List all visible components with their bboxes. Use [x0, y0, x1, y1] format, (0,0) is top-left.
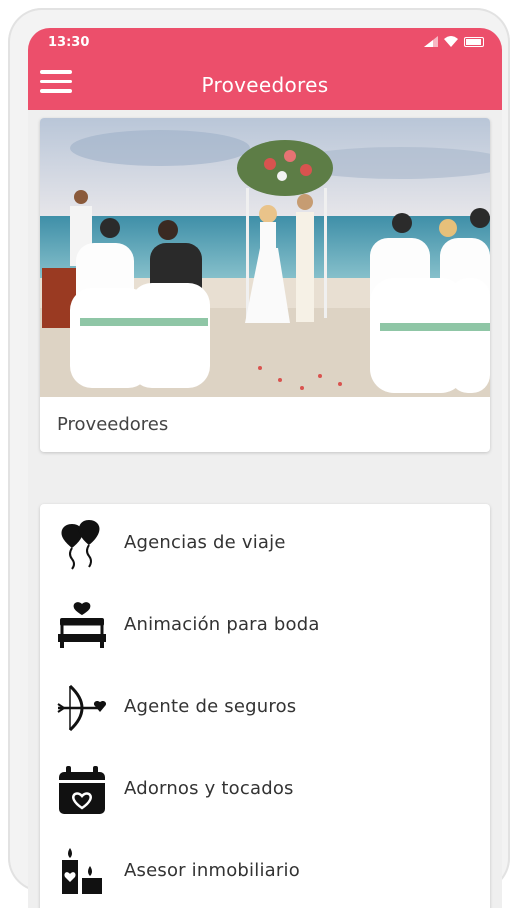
battery-icon	[464, 36, 484, 47]
app-screen: 13:30 Proveedores Proveedores Agencias d…	[28, 28, 502, 908]
cupid-bow-icon	[57, 684, 107, 732]
wifi-icon	[444, 36, 458, 47]
list-item-label: Asesor inmobiliario	[124, 860, 300, 881]
list-item-adornos-y-tocados[interactable]: Adornos y tocados	[40, 750, 490, 832]
list-item-label: Adornos y tocados	[124, 778, 294, 799]
signal-icon	[424, 36, 438, 47]
list-item-agente-de-seguros[interactable]: Agente de seguros	[40, 668, 490, 750]
list-item-label: Agente de seguros	[124, 696, 297, 717]
app-bar: 13:30 Proveedores	[28, 28, 502, 110]
list-item-animacion-para-boda[interactable]: Animación para boda	[40, 586, 490, 668]
category-list: Agencias de viaje Animación para boda Ag…	[40, 504, 490, 908]
list-item-agencias-de-viaje[interactable]: Agencias de viaje	[40, 504, 490, 586]
hero-caption: Proveedores	[57, 414, 169, 435]
page-title: Proveedores	[201, 73, 329, 97]
heart-calendar-icon	[59, 766, 105, 814]
list-item-label: Agencias de viaje	[124, 532, 286, 553]
phone-frame: 13:30 Proveedores Proveedores Agencias d…	[8, 8, 510, 908]
status-icons	[424, 36, 484, 47]
heart-bed-icon	[58, 602, 106, 648]
heart-balloons-icon	[61, 520, 100, 570]
list-item-asesor-inmobiliario[interactable]: Asesor inmobiliario	[40, 832, 490, 908]
status-bar: 13:30	[28, 28, 502, 54]
wedding-photo	[40, 118, 490, 397]
status-time: 13:30	[48, 35, 90, 50]
hero-card[interactable]: Proveedores	[40, 118, 490, 452]
list-item-label: Animación para boda	[124, 614, 320, 635]
heart-candles-icon	[62, 848, 102, 894]
